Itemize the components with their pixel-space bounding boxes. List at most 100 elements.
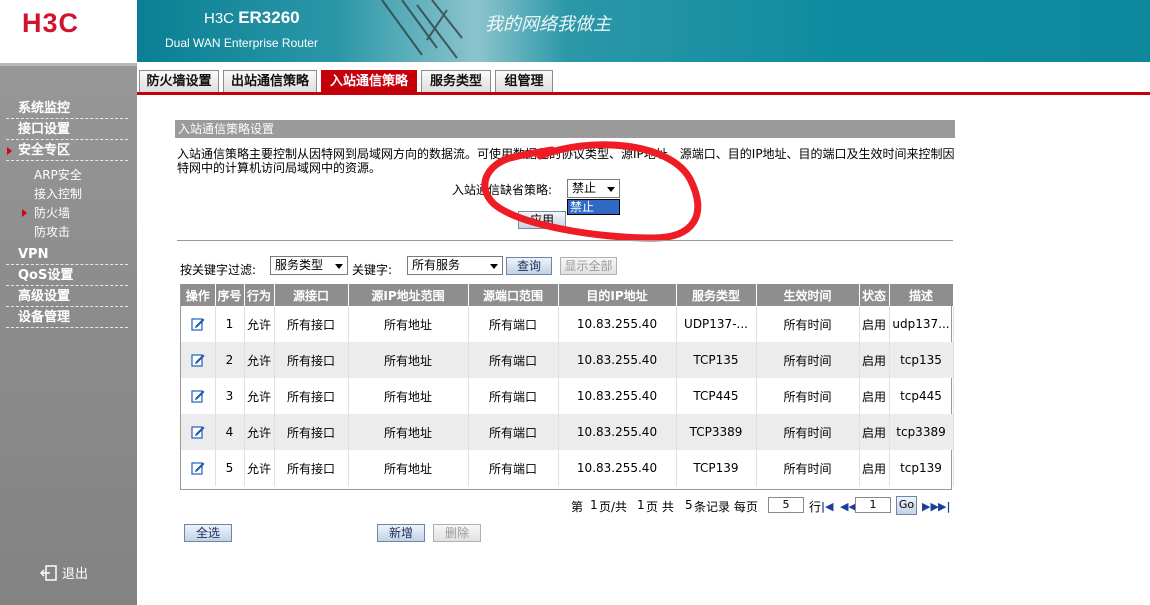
tab-outbound-policy[interactable]: 出站通信策略: [223, 70, 317, 93]
table-row: 3 允许 所有接口 所有地址 所有端口 10.83.255.40 TCP445 所有时间 启用 t…: [181, 378, 954, 414]
cell-index: 4: [215, 414, 245, 450]
cell-index: 2: [215, 342, 245, 378]
model-subtitle: Dual WAN Enterprise Router: [165, 36, 318, 50]
chevron-down-icon: [490, 264, 498, 269]
edit-icon[interactable]: [191, 353, 205, 367]
tab-firewall-settings[interactable]: 防火墙设置: [139, 70, 219, 93]
chevron-down-icon: [335, 264, 343, 269]
cell-service: TCP445: [676, 378, 757, 414]
cell-service: TCP139: [676, 450, 757, 486]
tab-group-mgmt[interactable]: 组管理: [495, 70, 553, 93]
cell-action[interactable]: [181, 450, 216, 486]
go-button[interactable]: Go: [896, 496, 917, 515]
cell-src-port: 所有端口: [468, 414, 559, 450]
cell-src-port: 所有端口: [468, 378, 559, 414]
sidebar-sub-arp[interactable]: ARP安全: [34, 167, 82, 183]
pager-text-1: 第: [571, 500, 584, 514]
cell-src-if: 所有接口: [274, 378, 349, 414]
policy-table: 操作 序号 行为 源接口 源IP地址范围 源端口范围 目的IP地址 服务类型 生…: [180, 284, 954, 490]
cell-src-ip: 所有地址: [348, 306, 469, 342]
sidebar-sub-firewall[interactable]: 防火墙: [21, 205, 70, 221]
cell-action[interactable]: [181, 378, 216, 414]
cell-src-port: 所有端口: [468, 306, 559, 342]
cell-src-ip: 所有地址: [348, 342, 469, 378]
cell-src-port: 所有端口: [468, 342, 559, 378]
banner: H3C ER3260 Dual WAN Enterprise Router 我的…: [137, 0, 1150, 62]
col-service: 服务类型: [676, 284, 757, 306]
cell-time: 所有时间: [756, 450, 860, 486]
keyword-select[interactable]: 所有服务: [407, 256, 503, 275]
goto-page-input[interactable]: 1: [855, 497, 891, 513]
pager-current-page: 1: [590, 498, 598, 512]
col-index: 序号: [215, 284, 245, 306]
pager-text-3: 页 共: [646, 500, 674, 514]
col-dst-ip: 目的IP地址: [558, 284, 677, 306]
query-button[interactable]: 查询: [506, 257, 552, 275]
sidebar-item-security[interactable]: 安全专区: [6, 141, 128, 161]
keyword-label: 关键字:: [352, 263, 393, 277]
first-page-icon[interactable]: |◀: [821, 500, 833, 513]
cell-src-if: 所有接口: [274, 414, 349, 450]
sidebar-item-qos[interactable]: QoS设置: [6, 266, 128, 286]
sidebar-item-advanced[interactable]: 高级设置: [6, 287, 128, 307]
cell-service: TCP135: [676, 342, 757, 378]
cell-action[interactable]: [181, 306, 216, 342]
sidebar-item-vpn[interactable]: VPN: [6, 245, 128, 265]
table-header-row: 操作 序号 行为 源接口 源IP地址范围 源端口范围 目的IP地址 服务类型 生…: [181, 284, 954, 306]
sidebar-item-system-monitor[interactable]: 系统监控: [6, 99, 128, 119]
logo-text: H3C: [22, 8, 80, 38]
cell-desc: tcp135: [889, 342, 954, 378]
cell-index: 3: [215, 378, 245, 414]
cell-desc: tcp445: [889, 378, 954, 414]
delete-button[interactable]: 删除: [433, 524, 481, 542]
edit-icon[interactable]: [191, 425, 205, 439]
h3c-logo: H3C: [0, 0, 137, 66]
model-title: H3C ER3260: [204, 8, 300, 28]
cell-desc: tcp3389: [889, 414, 954, 450]
filter-field-select[interactable]: 服务类型: [270, 256, 348, 275]
logout-button[interactable]: 退出: [39, 563, 89, 585]
last-page-icon[interactable]: ▶|: [938, 500, 950, 513]
sidebar-item-device-mgmt[interactable]: 设备管理: [6, 308, 128, 328]
table-row: 2 允许 所有接口 所有地址 所有端口 10.83.255.40 TCP135 所有时间 启用 t…: [181, 342, 954, 378]
cell-index: 5: [215, 450, 245, 486]
per-page-input[interactable]: 5: [768, 497, 804, 513]
pager-text-5: 行: [809, 500, 822, 514]
col-time: 生效时间: [756, 284, 860, 306]
tab-inbound-policy[interactable]: 入站通信策略: [321, 70, 417, 93]
cell-status: 启用: [859, 414, 890, 450]
red-circle-annotation: [481, 141, 702, 242]
section-divider: [177, 240, 953, 241]
model-name: ER3260: [238, 8, 300, 27]
filter-label: 按关键字过滤:: [180, 263, 257, 277]
select-all-button[interactable]: 全选: [184, 524, 232, 542]
cell-status: 启用: [859, 378, 890, 414]
cell-src-ip: 所有地址: [348, 450, 469, 486]
sidebar-sub-access-control[interactable]: 接入控制: [34, 186, 82, 202]
sidebar-sub-anti-attack[interactable]: 防攻击: [34, 224, 70, 240]
show-all-button[interactable]: 显示全部: [560, 257, 617, 275]
col-action: 操作: [181, 284, 216, 306]
cell-dst-ip: 10.83.255.40: [558, 378, 677, 414]
cell-behavior: 允许: [244, 378, 275, 414]
edit-icon[interactable]: [191, 317, 205, 331]
edit-icon[interactable]: [191, 461, 205, 475]
cell-time: 所有时间: [756, 378, 860, 414]
cell-action[interactable]: [181, 414, 216, 450]
logout-label: 退出: [62, 567, 89, 582]
tab-bar: 防火墙设置 出站通信策略 入站通信策略 服务类型 组管理: [137, 62, 1150, 95]
add-button[interactable]: 新增: [377, 524, 425, 542]
cell-status: 启用: [859, 306, 890, 342]
cell-desc: udp137...: [889, 306, 954, 342]
keyword-value: 所有服务: [412, 258, 461, 272]
sidebar-item-interface[interactable]: 接口设置: [6, 120, 128, 140]
next-page-icon[interactable]: ▶▶: [922, 500, 939, 513]
cell-behavior: 允许: [244, 414, 275, 450]
tab-service-type[interactable]: 服务类型: [421, 70, 491, 93]
pager-records: 5: [685, 498, 693, 512]
edit-icon[interactable]: [191, 389, 205, 403]
cell-index: 1: [215, 306, 245, 342]
pager-total-pages: 1: [637, 498, 645, 512]
cell-action[interactable]: [181, 342, 216, 378]
cell-src-ip: 所有地址: [348, 414, 469, 450]
